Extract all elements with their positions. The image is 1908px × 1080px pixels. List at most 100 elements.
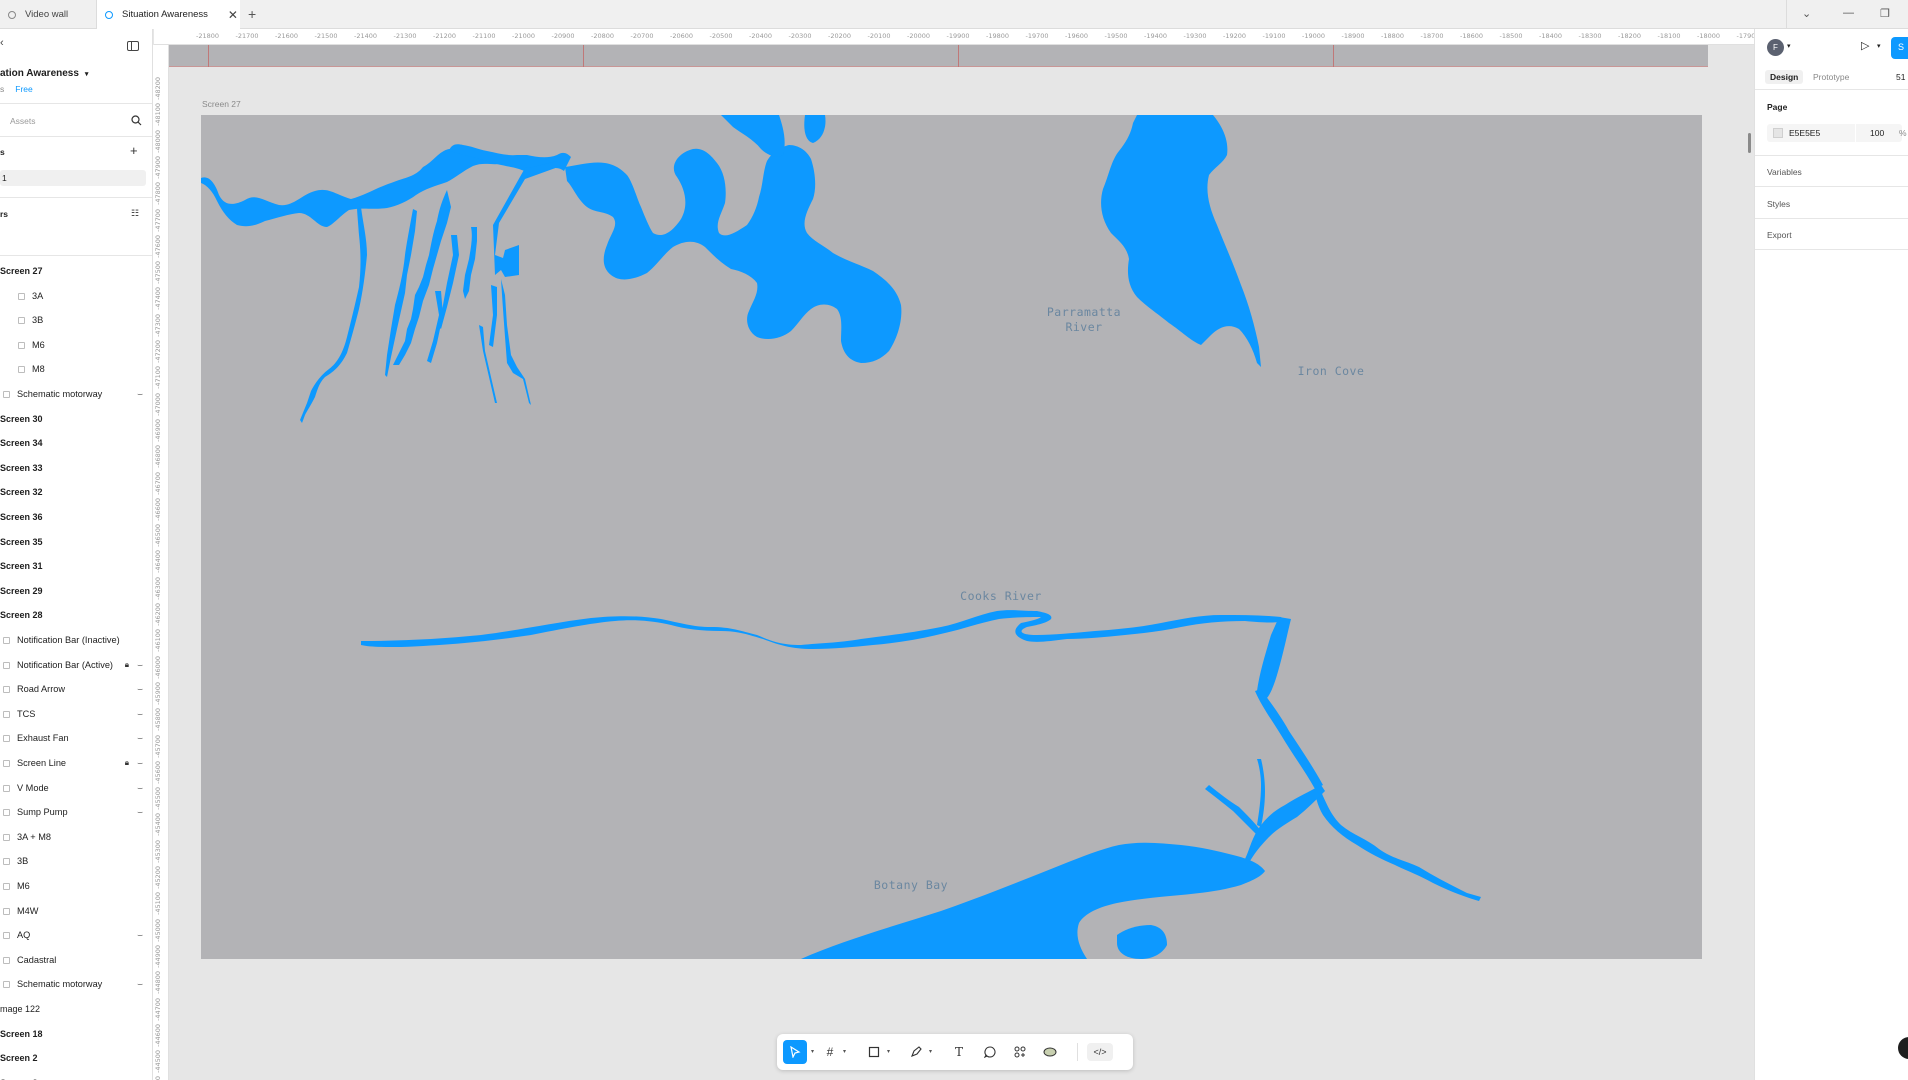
ruler-tick-label: -48100: [154, 103, 162, 127]
frame-label[interactable]: Screen 27: [202, 99, 241, 109]
vertical-scrollbar[interactable]: [1748, 133, 1751, 153]
chevron-down-icon[interactable]: ▾: [1787, 42, 1791, 50]
chevron-down-icon[interactable]: ▾: [811, 1048, 814, 1055]
place-label-botany-bay[interactable]: Botany Bay: [841, 878, 981, 893]
chevron-down-icon[interactable]: ▾: [1877, 42, 1881, 50]
tab-video-wall[interactable]: Video wall: [0, 0, 96, 29]
layer-row[interactable]: Screen 27: [0, 266, 152, 276]
variables-section[interactable]: Variables: [1767, 167, 1802, 177]
color-swatch[interactable]: [1773, 128, 1783, 138]
layer-row[interactable]: Screen 35: [0, 537, 152, 547]
layer-row[interactable]: TCS ⌣: [3, 709, 152, 720]
add-tab-icon[interactable]: +: [248, 6, 256, 22]
restore-icon[interactable]: ❐: [1880, 7, 1890, 20]
actions-tool-icon[interactable]: [1011, 1043, 1029, 1061]
hidden-eye-icon[interactable]: ⌣: [137, 660, 143, 671]
tab-prototype[interactable]: Prototype: [1813, 72, 1849, 82]
plan-badge[interactable]: Free: [15, 84, 32, 94]
avatar[interactable]: F: [1767, 39, 1784, 56]
river-creek-8: [479, 325, 497, 403]
ruler-tick-label: -20300: [788, 32, 812, 40]
tab-situation-awareness[interactable]: Situation Awareness ✕: [97, 0, 240, 29]
canvas[interactable]: Screen 27 Parramatta River Iron Cove Coo…: [169, 45, 1754, 1080]
pen-tool-icon[interactable]: [907, 1043, 925, 1061]
layer-row[interactable]: Notification Bar (Inactive): [3, 635, 152, 645]
ruler-tick-label: -20800: [591, 32, 615, 40]
hidden-eye-icon[interactable]: ⌣: [137, 684, 143, 695]
place-label-parramatta[interactable]: Parramatta River: [1004, 305, 1164, 335]
page-opacity-value[interactable]: 100: [1870, 128, 1884, 138]
search-icon[interactable]: [131, 115, 142, 129]
layer-list-icon[interactable]: ☷: [131, 208, 139, 219]
sidebar-toggle-icon[interactable]: [127, 41, 139, 51]
layer-row[interactable]: M6: [18, 340, 152, 350]
map-frame[interactable]: Parramatta River Iron Cove Cooks River B…: [201, 115, 1702, 959]
export-section[interactable]: Export: [1767, 230, 1792, 240]
dev-mode-icon[interactable]: </>: [1087, 1043, 1113, 1061]
close-icon[interactable]: ✕: [228, 8, 238, 22]
layer-row[interactable]: Screen 33: [0, 463, 152, 473]
layer-row[interactable]: Screen Line ⌣ 🔒︎: [3, 758, 152, 769]
ruler-tick-label: -21100: [472, 32, 496, 40]
share-button[interactable]: S: [1891, 37, 1908, 59]
hidden-eye-icon[interactable]: ⌣: [137, 783, 143, 794]
lock-icon[interactable]: 🔒︎: [125, 758, 129, 768]
chevron-down-icon[interactable]: ▾: [887, 1048, 890, 1055]
move-tool-icon[interactable]: [783, 1040, 807, 1064]
layer-row[interactable]: 3A + M8: [3, 832, 152, 842]
zoom-level[interactable]: 51: [1896, 72, 1905, 82]
layer-row[interactable]: Screen 32: [0, 487, 152, 497]
frame-strip[interactable]: [169, 45, 1708, 67]
layer-row[interactable]: M6: [3, 881, 152, 891]
layer-row[interactable]: AQ ⌣: [3, 930, 152, 941]
lock-icon[interactable]: 🔒︎: [125, 660, 129, 670]
layer-row[interactable]: Screen 2: [0, 1053, 152, 1063]
add-page-icon[interactable]: +: [130, 143, 138, 158]
layer-row[interactable]: Screen 34: [0, 438, 152, 448]
minimize-icon[interactable]: —: [1843, 7, 1854, 19]
hidden-eye-icon[interactable]: ⌣: [137, 979, 143, 990]
styles-section[interactable]: Styles: [1767, 199, 1790, 209]
layer-row[interactable]: 3B: [18, 315, 152, 325]
layer-row[interactable]: Screen 36: [0, 512, 152, 522]
layer-row[interactable]: Schematic motorway ⌣: [3, 979, 152, 990]
tab-design[interactable]: Design: [1765, 70, 1804, 84]
present-icon[interactable]: ▷: [1861, 39, 1869, 52]
place-label-cooks-river[interactable]: Cooks River: [931, 589, 1071, 604]
hidden-eye-icon[interactable]: ⌣: [137, 930, 143, 941]
layer-row[interactable]: Screen 29: [0, 586, 152, 596]
layer-row[interactable]: 3B: [3, 856, 152, 866]
layer-row[interactable]: M8: [18, 364, 152, 374]
hidden-eye-icon[interactable]: ⌣: [137, 758, 143, 769]
hidden-eye-icon[interactable]: ⌣: [137, 733, 143, 744]
layer-row[interactable]: Exhaust Fan ⌣: [3, 733, 152, 744]
layer-row[interactable]: Road Arrow ⌣: [3, 684, 152, 695]
layer-row[interactable]: Cadastral: [3, 955, 152, 965]
text-tool-icon[interactable]: T: [950, 1043, 968, 1061]
layer-row[interactable]: M4W: [3, 906, 152, 916]
layer-row[interactable]: Sump Pump ⌣: [3, 807, 152, 818]
layer-row[interactable]: Screen 18: [0, 1029, 152, 1039]
file-name[interactable]: ation Awareness ▾: [0, 68, 152, 79]
layer-row[interactable]: Screen 28: [0, 610, 152, 620]
plugin-tool-icon[interactable]: [1041, 1043, 1059, 1061]
layer-row[interactable]: V Mode ⌣: [3, 783, 152, 794]
layer-row[interactable]: mage 122: [0, 1004, 152, 1014]
hidden-eye-icon[interactable]: ⌣: [137, 807, 143, 818]
layer-row[interactable]: Notification Bar (Active) ⌣ 🔒︎: [3, 660, 152, 671]
comment-tool-icon[interactable]: [981, 1043, 999, 1061]
layer-row[interactable]: Screen 31: [0, 561, 152, 571]
rectangle-tool-icon[interactable]: [865, 1043, 883, 1061]
layer-row[interactable]: Schematic motorway ⌣: [3, 389, 152, 400]
chevron-down-icon[interactable]: ▾: [929, 1048, 932, 1055]
layer-row[interactable]: 3A: [18, 291, 152, 301]
page-color-value[interactable]: E5E5E5: [1789, 128, 1820, 138]
hidden-eye-icon[interactable]: ⌣: [137, 709, 143, 720]
hidden-eye-icon[interactable]: ⌣: [137, 389, 143, 400]
chevron-down-icon[interactable]: ▾: [843, 1048, 846, 1055]
frame-tool-icon[interactable]: #: [821, 1043, 839, 1061]
chevron-down-icon[interactable]: ⌄: [1802, 7, 1811, 20]
ruler-tick-label: -47600: [154, 234, 162, 258]
place-label-iron-cove[interactable]: Iron Cove: [1271, 364, 1391, 379]
layer-row[interactable]: Screen 30: [0, 414, 152, 424]
